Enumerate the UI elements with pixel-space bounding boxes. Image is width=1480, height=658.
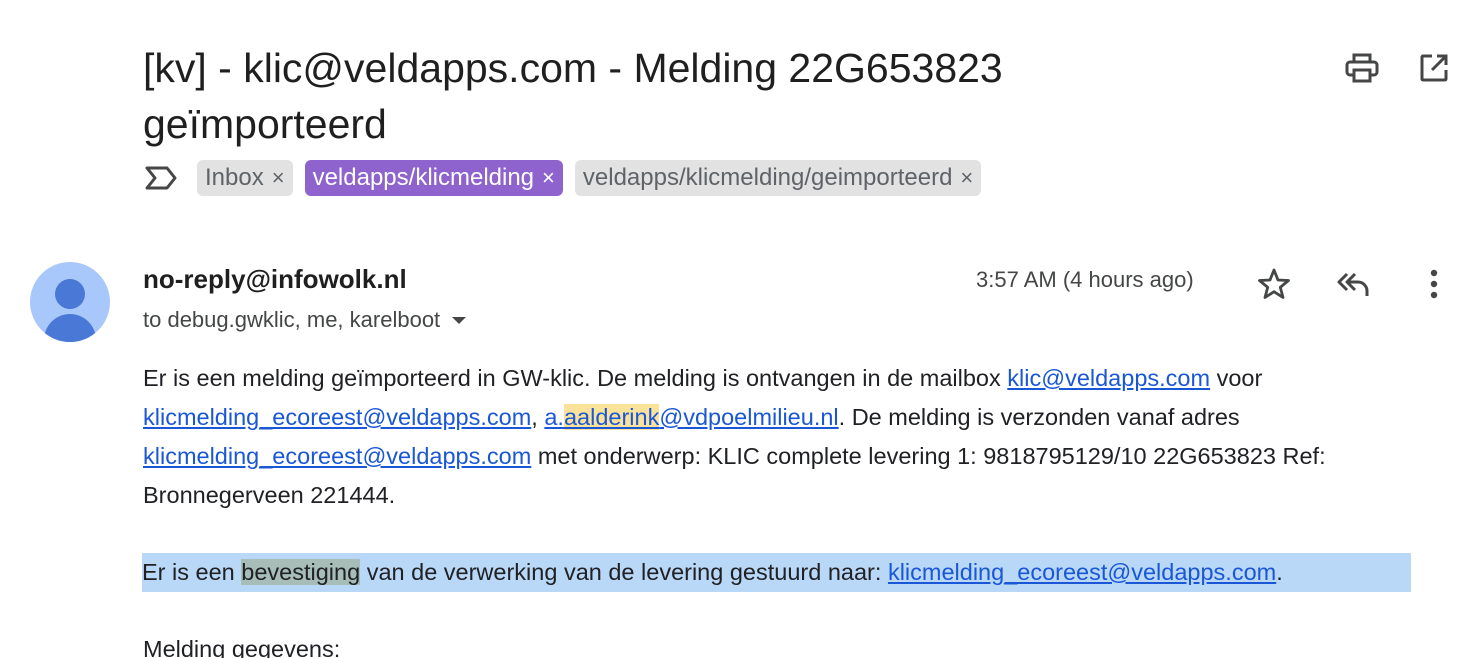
label-chip-veldapps-klicmelding-geimporteerd[interactable]: veldapps/klicmelding/geimporteerd × (574, 160, 982, 196)
body-paragraph-2-selected: Er is een bevestiging van de verwerking … (142, 553, 1411, 592)
email-link[interactable]: klic@veldapps.com (1007, 365, 1210, 391)
labels-row: Inbox × veldapps/klicmelding × veldapps/… (143, 160, 993, 196)
link-segment: a. (544, 404, 564, 430)
email-link[interactable]: klicmelding_ecoreest@veldapps.com (143, 443, 531, 469)
remove-label-icon[interactable]: × (960, 167, 973, 189)
email-link-aalderink[interactable]: a.aalderink@vdpoelmilieu.nl (544, 404, 839, 430)
body-paragraph-1: Er is een melding geïmporteerd in GW-kli… (143, 359, 1463, 515)
body-text-segment: van de verwerking van de levering gestuu… (360, 559, 888, 585)
important-marker-icon[interactable] (143, 160, 179, 196)
remove-label-icon[interactable]: × (542, 167, 555, 189)
open-in-new-window-icon[interactable] (1414, 48, 1454, 88)
link-segment: @vdpoelmilieu.nl (659, 404, 839, 430)
sender-address[interactable]: no-reply@infowolk.nl (143, 264, 407, 295)
email-link[interactable]: klicmelding_ecoreest@veldapps.com (888, 559, 1276, 585)
body-text-segment: , (531, 404, 545, 430)
sender-avatar[interactable] (30, 262, 110, 342)
recipients-line: to debug.gwklic, me, karelboot (143, 307, 467, 333)
body-text-segment: Er is een (142, 559, 242, 585)
body-text-segment: voor (1210, 365, 1263, 391)
body-text-segment: . (1276, 559, 1283, 585)
show-details-dropdown-icon[interactable] (452, 316, 467, 324)
body-text-segment: Er is een melding geïmporteerd in GW-kli… (143, 365, 1008, 391)
search-highlight: bevestiging (241, 559, 361, 585)
print-icon[interactable] (1342, 48, 1382, 88)
label-name: Inbox (205, 164, 264, 191)
email-link[interactable]: klicmelding_ecoreest@veldapps.com (143, 404, 531, 430)
star-icon[interactable] (1252, 262, 1296, 306)
body-text-segment: . De melding is verzonden vanaf adres (838, 404, 1240, 430)
melding-gegevens-heading: Melding gegevens: (143, 636, 341, 658)
email-timestamp: 3:57 AM (4 hours ago) (976, 267, 1194, 292)
label-chip-inbox[interactable]: Inbox × (197, 160, 293, 196)
more-vertical-icon[interactable] (1412, 262, 1456, 306)
avatar-body (44, 314, 96, 342)
email-body: Er is een melding geïmporteerd in GW-kli… (143, 359, 1463, 515)
email-subject: [kv] - klic@veldapps.com - Melding 22G65… (143, 45, 1003, 147)
remove-label-icon[interactable]: × (272, 167, 285, 189)
search-highlight: aalderink (563, 404, 660, 430)
email-view: [kv] - klic@veldapps.com - Melding 22G65… (0, 0, 1480, 658)
label-chip-veldapps-klicmelding[interactable]: veldapps/klicmelding × (304, 160, 563, 196)
label-name: veldapps/klicmelding/geimporteerd (582, 164, 953, 191)
recipients-text: to debug.gwklic, me, karelboot (143, 307, 441, 332)
avatar-head (55, 279, 85, 309)
label-name: veldapps/klicmelding (312, 164, 535, 191)
reply-all-icon[interactable] (1331, 262, 1375, 306)
